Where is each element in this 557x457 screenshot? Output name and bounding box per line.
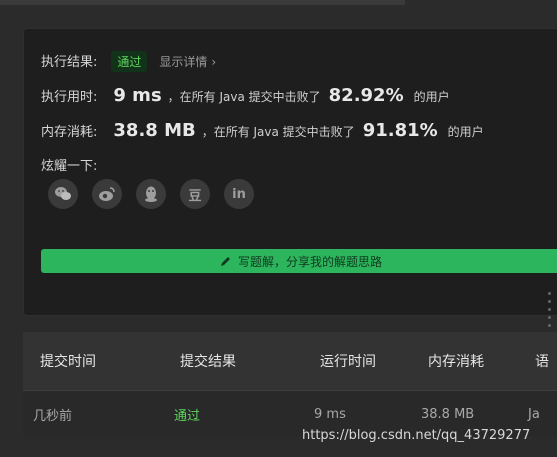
share-label: 炫耀一下:	[41, 159, 98, 174]
weibo-icon[interactable]	[92, 179, 122, 209]
runtime-percent: 82.92%	[328, 85, 404, 106]
memory-label: 内存消耗:	[41, 125, 98, 140]
memory-value: 38.8 MB	[113, 120, 196, 141]
header-submit-result[interactable]: 提交结果	[180, 351, 236, 371]
watermark: https://blog.csdn.net/qq_43729277	[302, 428, 531, 443]
submissions-table: 提交时间 提交结果 运行时间 内存消耗 语 几秒前 通过 9 ms 38.8 M…	[23, 332, 557, 437]
runtime-suffix: 的用户	[413, 90, 450, 104]
write-solution-label: 写题解，分享我的解题思路	[237, 254, 382, 269]
top-bar	[0, 0, 405, 5]
header-language[interactable]: 语	[535, 351, 549, 371]
runtime-row: 执行用时: 9 ms ，在所有 Java 提交中击败了 82.92% 的用户	[41, 85, 450, 106]
write-solution-button[interactable]: 写题解，分享我的解题思路	[41, 249, 557, 273]
wechat-icon[interactable]	[48, 179, 78, 209]
memory-percent: 91.81%	[362, 120, 438, 141]
cell-submit-result[interactable]: 通过	[174, 405, 200, 424]
memory-text: ，在所有 Java 提交中击败了	[201, 125, 355, 139]
header-submit-time[interactable]: 提交时间	[40, 351, 96, 371]
show-details-label: 显示详情	[159, 55, 208, 69]
header-memory[interactable]: 内存消耗	[428, 351, 484, 371]
douban-icon[interactable]: 豆	[180, 179, 210, 209]
cell-submit-time: 几秒前	[33, 408, 73, 424]
qq-icon[interactable]	[136, 179, 166, 209]
cell-memory: 38.8 MB	[421, 406, 475, 422]
runtime-label: 执行用时:	[41, 90, 98, 105]
share-icons: 豆 in	[48, 179, 254, 209]
header-runtime[interactable]: 运行时间	[320, 351, 376, 371]
pencil-icon	[220, 257, 230, 266]
show-details-link[interactable]: 显示详情 ›	[159, 53, 216, 70]
cell-language: Ja	[528, 406, 540, 422]
result-row: 执行结果: 通过 显示详情 ›	[41, 51, 216, 72]
runtime-value: 9 ms	[113, 85, 162, 106]
share-row: 炫耀一下:	[41, 155, 97, 174]
memory-row: 内存消耗: 38.8 MB ，在所有 Java 提交中击败了 91.81% 的用…	[41, 120, 484, 141]
status-badge: 通过	[111, 51, 148, 72]
submission-result-card: 执行结果: 通过 显示详情 › 执行用时: 9 ms ，在所有 Java 提交中…	[23, 28, 557, 316]
result-label: 执行结果:	[41, 55, 98, 70]
table-header: 提交时间 提交结果 运行时间 内存消耗 语	[23, 332, 557, 391]
memory-suffix: 的用户	[447, 125, 484, 139]
chevron-right-icon: ›	[211, 54, 217, 69]
cell-runtime: 9 ms	[314, 406, 346, 422]
linkedin-icon[interactable]: in	[224, 179, 254, 209]
runtime-text: ，在所有 Java 提交中击败了	[167, 90, 321, 104]
